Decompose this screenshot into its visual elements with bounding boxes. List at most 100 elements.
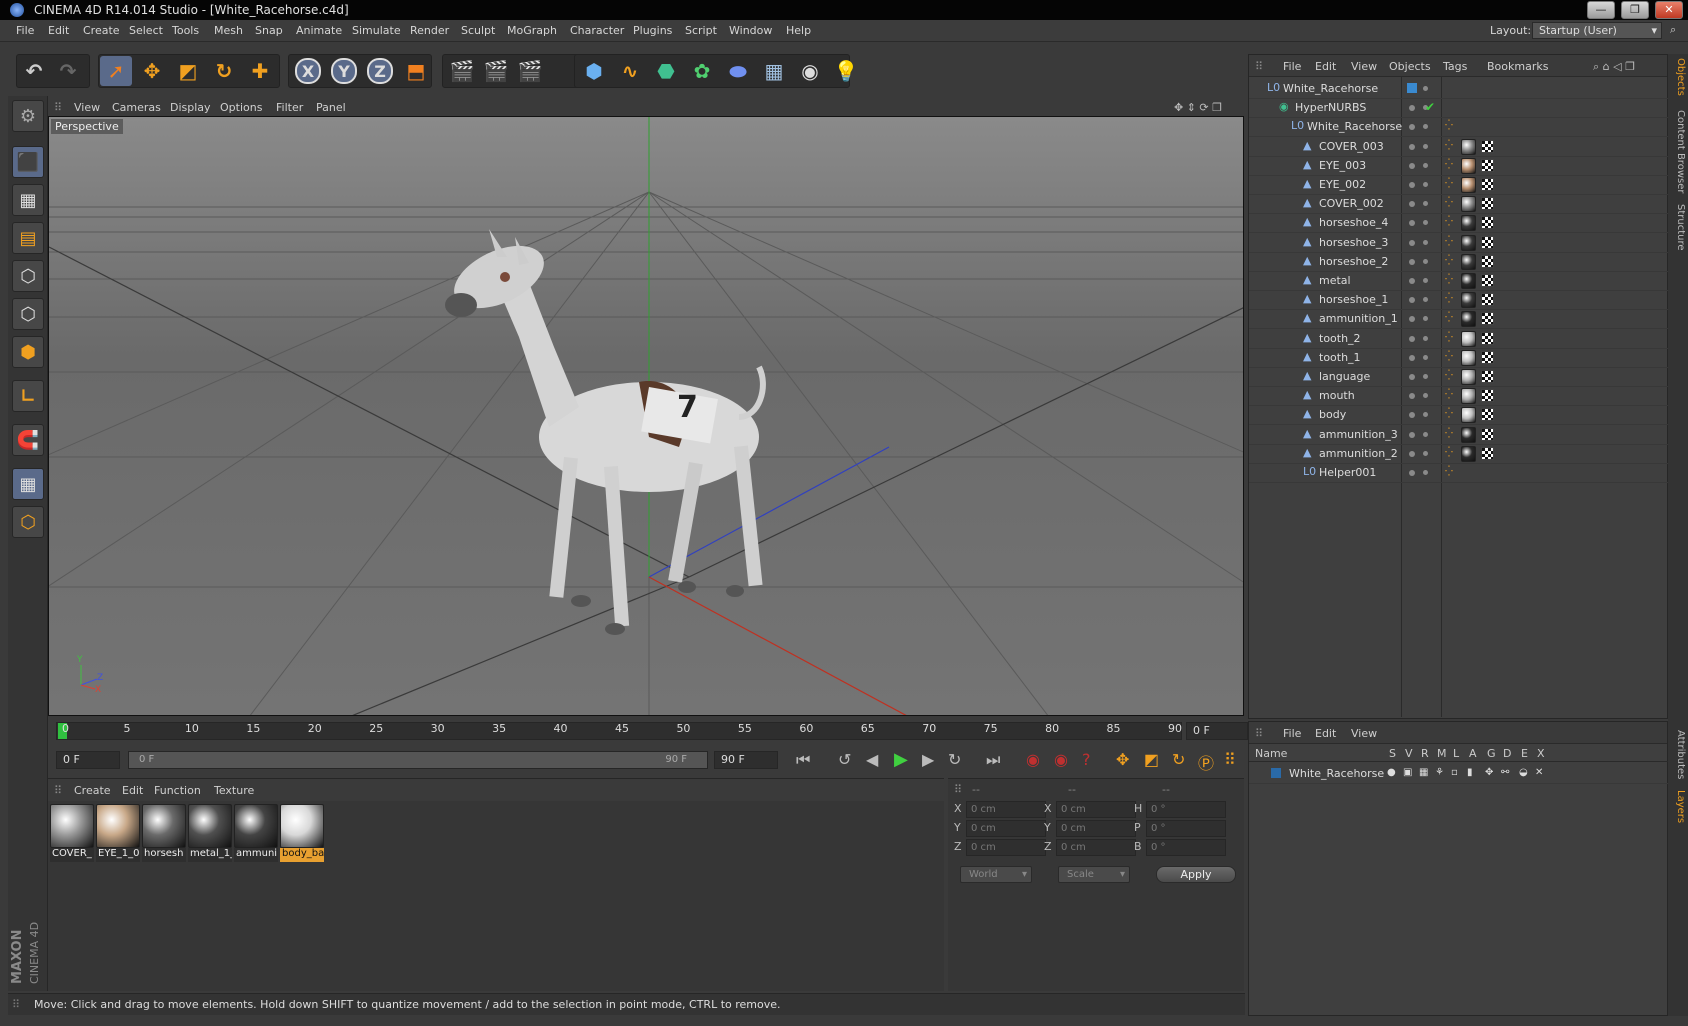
phong-tag-icon[interactable]: ⁛	[1445, 178, 1453, 189]
coord-field[interactable]: 0 °	[1146, 820, 1226, 837]
object-name[interactable]: tooth_1	[1319, 351, 1361, 364]
camera-icon[interactable]: ◉	[794, 56, 826, 86]
goto-next-key-icon[interactable]: ↻	[948, 750, 961, 769]
editor-visibility-dot[interactable]	[1409, 182, 1415, 188]
coord-field[interactable]: 0 cm	[1056, 801, 1136, 818]
menu-create[interactable]: Create	[83, 24, 120, 37]
scene-floor-icon[interactable]: ▦	[758, 56, 790, 86]
phong-tag-icon[interactable]: ⁛	[1445, 370, 1453, 381]
material-tag-icon[interactable]	[1461, 349, 1476, 366]
phong-tag-icon[interactable]: ⁛	[1445, 312, 1453, 323]
uvw-tag-icon[interactable]	[1481, 197, 1494, 211]
object-row[interactable]: ▲ tooth_2 ⁛	[1249, 329, 1669, 349]
object-row[interactable]: ▲ language ⁛	[1249, 367, 1669, 387]
minimize-button[interactable]: —	[1587, 1, 1615, 19]
timeline-ruler[interactable]: 0 5 10 15 20 25 30 35 40 45 50 55 60 65 70 75 80 85 90 0 F	[48, 716, 1248, 746]
uvw-tag-icon[interactable]	[1481, 427, 1494, 441]
editor-visibility-dot[interactable]	[1409, 316, 1415, 323]
uvw-tag-icon[interactable]	[1481, 312, 1494, 326]
phong-tag-icon[interactable]: ⁛	[1445, 332, 1453, 343]
undo-icon[interactable]: ↶	[18, 56, 50, 86]
material-tag-icon[interactable]	[1461, 157, 1476, 174]
object-row[interactable]: ▲ EYE_002 ⁛	[1249, 175, 1669, 195]
render-visibility-dot[interactable]	[1423, 412, 1428, 418]
tab-layers[interactable]: Layers	[1670, 790, 1686, 823]
object-name[interactable]: horseshoe_2	[1319, 255, 1388, 268]
xref-icon[interactable]: ✕	[1535, 767, 1543, 778]
phong-tag-icon[interactable]: ⁛	[1445, 159, 1453, 170]
phong-tag-icon[interactable]: ⁛	[1445, 120, 1453, 131]
make-editable-icon[interactable]: ⚙	[12, 100, 44, 132]
coord-field[interactable]: 0 cm	[1056, 820, 1136, 837]
object-row[interactable]: ▲ EYE_003 ⁛	[1249, 156, 1669, 176]
material-tag-icon[interactable]	[1461, 273, 1476, 289]
menu-snap[interactable]: Snap	[255, 24, 283, 37]
material-swatch[interactable]: horsesh	[142, 804, 186, 862]
goto-prev-frame-icon[interactable]: ◀	[866, 750, 878, 769]
viewport-menu-view[interactable]: View	[74, 101, 100, 114]
record-keys-icon[interactable]: ◉	[1026, 750, 1040, 769]
coord-field[interactable]: 0 cm	[1056, 839, 1136, 856]
render-visibility-dot[interactable]	[1423, 450, 1428, 456]
layer-menu-view[interactable]: View	[1351, 727, 1377, 740]
uvw-tag-icon[interactable]	[1481, 331, 1494, 345]
phong-tag-icon[interactable]: ⁛	[1445, 140, 1453, 151]
object-row[interactable]: ▲ metal ⁛	[1249, 271, 1669, 291]
editor-visibility-dot[interactable]	[1409, 431, 1415, 438]
uvw-tag-icon[interactable]	[1481, 139, 1494, 153]
render-view-icon[interactable]: 🎬	[446, 56, 478, 86]
play-icon[interactable]: ▶	[894, 749, 908, 770]
object-name[interactable]: White_Racehorse	[1307, 120, 1402, 133]
axis-y-toggle[interactable]: Y	[328, 56, 360, 86]
coordinate-system-icon[interactable]: ⬒	[400, 56, 432, 86]
tab-attributes[interactable]: Attributes	[1670, 730, 1686, 779]
object-name[interactable]: EYE_002	[1319, 178, 1366, 191]
enabled-check-icon[interactable]: ✔	[1425, 100, 1435, 114]
close-button[interactable]: ✕	[1655, 1, 1683, 19]
object-row[interactable]: ▲ horseshoe_1 ⁛	[1249, 290, 1669, 311]
move-icon[interactable]: ✥	[136, 56, 168, 86]
render-visibility-dot[interactable]	[1423, 431, 1428, 437]
render-visibility-dot[interactable]	[1423, 297, 1428, 303]
workplane-icon[interactable]: ▤	[12, 222, 44, 254]
material-menu-edit[interactable]: Edit	[122, 784, 143, 797]
light-icon[interactable]: 💡	[830, 56, 862, 86]
perspective-viewport[interactable]: 7 Perspective Y Z X	[48, 116, 1244, 716]
viewport-menu-cameras[interactable]: Cameras	[112, 101, 161, 114]
render-visibility-dot[interactable]	[1423, 182, 1428, 187]
viewport-menu-panel[interactable]: Panel	[316, 101, 346, 114]
key-pla-icon[interactable]: ⠿	[1224, 750, 1236, 769]
object-name[interactable]: ammunition_2	[1319, 447, 1398, 460]
uvw-tag-icon[interactable]	[1481, 350, 1494, 364]
object-menu-edit[interactable]: Edit	[1315, 60, 1336, 73]
editor-visibility-dot[interactable]	[1409, 354, 1415, 361]
material-menu-create[interactable]: Create	[74, 784, 111, 797]
layer-row[interactable]: White_Racehorse ● ▣ ▦ ⚘ ▫ ▮ ✥ ⚯ ◒ ✕	[1249, 764, 1669, 784]
editor-visibility-dot[interactable]	[1409, 258, 1415, 265]
object-name[interactable]: language	[1319, 370, 1370, 383]
material-tag-icon[interactable]	[1461, 196, 1476, 213]
viewport-menu-options[interactable]: Options	[220, 101, 262, 114]
range-slider[interactable]: 0 F 90 F	[128, 751, 708, 769]
material-menu-texture[interactable]: Texture	[214, 784, 254, 797]
editor-visibility-dot[interactable]	[1409, 450, 1415, 457]
generators-icon[interactable]: ✥	[1485, 767, 1493, 778]
render-visibility-dot[interactable]	[1423, 470, 1428, 475]
redo-icon[interactable]: ↷	[52, 56, 84, 86]
editor-visibility-dot[interactable]	[1409, 124, 1415, 131]
apply-button[interactable]: Apply	[1156, 866, 1236, 883]
render-visibility-dot[interactable]	[1423, 86, 1428, 91]
object-row[interactable]: ▲ COVER_002 ⁛	[1249, 194, 1669, 215]
key-scale-icon[interactable]: ◩	[1144, 750, 1159, 769]
material-tag-icon[interactable]	[1461, 445, 1476, 462]
axis-z-toggle[interactable]: Z	[364, 56, 396, 86]
phong-tag-icon[interactable]: ⁛	[1445, 274, 1453, 285]
points-mode-icon[interactable]: ⬡	[12, 260, 44, 292]
menu-script[interactable]: Script	[685, 24, 717, 37]
render-visibility-dot[interactable]	[1423, 316, 1428, 322]
render-visibility-dot[interactable]	[1423, 335, 1428, 341]
material-tag-icon[interactable]	[1461, 292, 1476, 309]
editor-visibility-dot[interactable]	[1409, 470, 1415, 476]
menu-select[interactable]: Select	[129, 24, 163, 37]
render-picture-viewer-icon[interactable]: 🎬	[480, 56, 512, 86]
